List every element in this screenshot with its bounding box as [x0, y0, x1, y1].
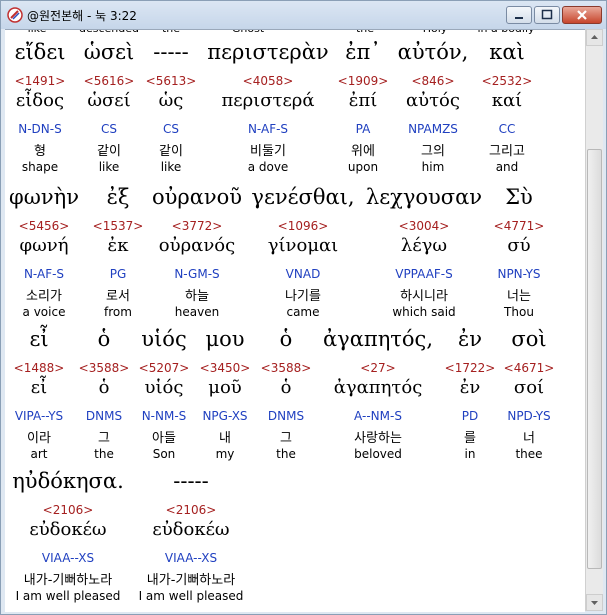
english-gloss: thee	[515, 447, 543, 461]
lexical-form: καί	[491, 90, 523, 111]
strong-number: <3772>	[171, 219, 223, 233]
scroll-thumb[interactable]	[587, 149, 602, 569]
english-gloss: I am well pleased	[15, 589, 121, 603]
parsing-code: NPD-YS	[507, 409, 551, 423]
greek-word[interactable]: ηὐδόκησα.	[5, 469, 133, 493]
lexical-form: εὐδοκέω	[29, 519, 107, 540]
english-gloss: came	[286, 305, 320, 319]
lexical-form: σύ	[507, 235, 531, 256]
korean-gloss: 내가-기뻐하노라	[23, 573, 113, 588]
greek-word[interactable]: Σὺ	[454, 185, 584, 209]
lexical-form: σοί	[513, 377, 545, 398]
english-gloss: heaven	[174, 305, 220, 319]
english-gloss: Thou	[504, 305, 534, 319]
korean-gloss: 너	[523, 431, 535, 446]
close-button[interactable]	[562, 6, 602, 24]
parsing-code: NPN-YS	[497, 267, 541, 281]
strong-number: <4771>	[493, 219, 545, 233]
strong-number: <2106>	[165, 503, 217, 517]
parsing-code: VNAD	[285, 267, 321, 281]
scroll-down-button[interactable]	[586, 594, 603, 611]
clipped-gloss: Ghost	[203, 30, 293, 35]
lexical-form: εὐδοκέω	[152, 519, 230, 540]
english-gloss: and	[495, 160, 519, 174]
interlinear-content: likedescendedtheGhosttheHolyin a bodilyε…	[5, 29, 585, 612]
parsing-code: CC	[498, 122, 516, 136]
lexical-form: οὐρανός	[158, 235, 236, 256]
strong-number: <2532>	[481, 74, 533, 88]
clipped-gloss: in a bodily	[461, 30, 551, 35]
maximize-icon	[541, 9, 553, 20]
parsing-code: VIAA--XS	[41, 551, 95, 565]
arrow-down-icon	[591, 601, 598, 605]
korean-gloss: 하늘	[185, 289, 209, 304]
maximize-button[interactable]	[534, 6, 560, 24]
korean-gloss: 나기를	[285, 289, 321, 304]
window-title: @원전본해 - 눅 3:22	[27, 9, 137, 23]
strong-number: <4671>	[503, 361, 555, 375]
vertical-scrollbar[interactable]	[585, 29, 603, 611]
app-window: @원전본해 - 눅 3:22 likedescendedtheGhosttheH…	[0, 0, 607, 615]
scroll-up-button[interactable]	[586, 29, 603, 46]
arrow-up-icon	[591, 35, 598, 39]
close-icon	[577, 10, 587, 20]
english-gloss: I am well pleased	[138, 589, 244, 603]
minimize-button[interactable]	[506, 6, 532, 24]
minimize-icon	[515, 17, 523, 19]
greek-word[interactable]: γενέσθαι,	[238, 185, 368, 209]
korean-gloss: 너는	[507, 289, 531, 304]
korean-gloss: 그리고	[489, 144, 525, 159]
parsing-code: N-GM-S	[174, 267, 220, 281]
app-icon	[7, 7, 23, 23]
lexical-form: γίνομαι	[267, 235, 339, 256]
title-bar[interactable]: @원전본해 - 눅 3:22	[1, 1, 606, 29]
parsing-code: VIAA--XS	[164, 551, 218, 565]
korean-gloss: 내가-기뻐하노라	[146, 573, 236, 588]
strong-number: <2106>	[42, 503, 94, 517]
greek-word[interactable]: σοὶ	[464, 327, 585, 351]
greek-word[interactable]: -----	[126, 469, 256, 493]
strong-number: <1096>	[277, 219, 329, 233]
greek-word[interactable]: καὶ	[442, 40, 572, 64]
